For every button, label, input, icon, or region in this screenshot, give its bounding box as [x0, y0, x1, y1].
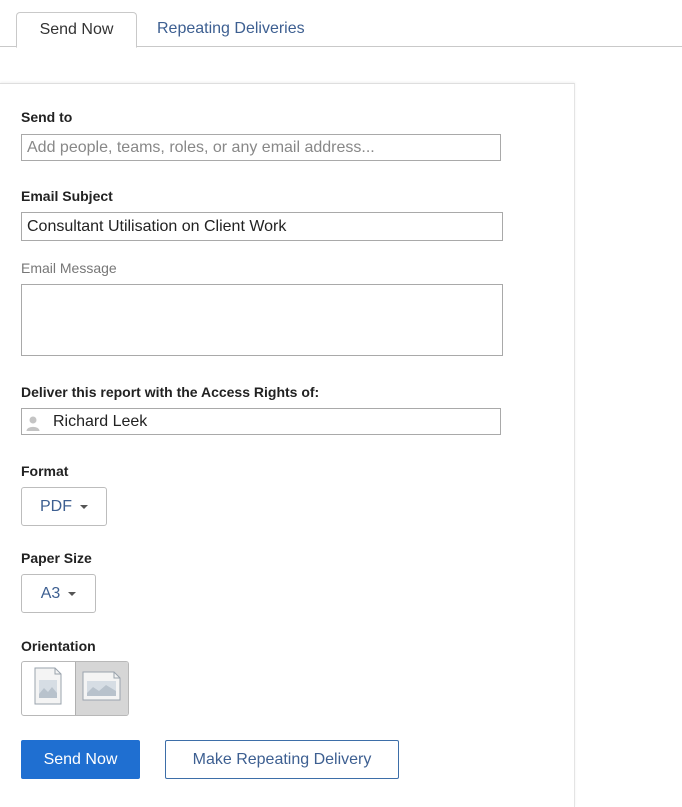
email-subject-input[interactable]: Consultant Utilisation on Client Work	[21, 212, 503, 241]
portrait-page-icon	[32, 666, 64, 711]
make-repeating-delivery-button[interactable]: Make Repeating Delivery	[165, 740, 399, 779]
orientation-toggle-group	[21, 661, 129, 716]
tab-send-now[interactable]: Send Now	[16, 12, 137, 48]
caret-down-icon	[80, 504, 88, 509]
access-rights-value: Richard Leek	[53, 413, 148, 430]
access-rights-label: Deliver this report with the Access Righ…	[21, 384, 320, 400]
send-to-input[interactable]: Add people, teams, roles, or any email a…	[21, 134, 501, 161]
orientation-label: Orientation	[21, 638, 96, 654]
send-now-button[interactable]: Send Now	[21, 740, 140, 779]
email-message-label: Email Message	[21, 260, 117, 276]
paper-size-dropdown[interactable]: A3	[21, 574, 96, 613]
email-subject-label: Email Subject	[21, 188, 113, 204]
send-to-label: Send to	[21, 109, 73, 125]
tab-repeating-deliveries[interactable]: Repeating Deliveries	[137, 12, 325, 48]
email-subject-value: Consultant Utilisation on Client Work	[27, 218, 287, 235]
landscape-page-icon	[81, 669, 123, 708]
format-label: Format	[21, 463, 69, 479]
tab-bar: Send Now Repeating Deliveries	[0, 0, 682, 48]
format-selected-value: PDF	[40, 497, 72, 515]
orientation-landscape-button[interactable]	[74, 662, 128, 715]
access-rights-input[interactable]: Richard Leek	[21, 408, 501, 435]
format-dropdown[interactable]: PDF	[21, 487, 107, 526]
paper-size-selected-value: A3	[40, 584, 61, 602]
caret-down-icon	[68, 591, 77, 596]
paper-size-label: Paper Size	[21, 550, 92, 566]
orientation-portrait-button[interactable]	[22, 662, 75, 715]
user-icon	[25, 414, 41, 431]
send-to-placeholder: Add people, teams, roles, or any email a…	[27, 139, 375, 156]
email-message-textarea[interactable]	[21, 284, 503, 356]
